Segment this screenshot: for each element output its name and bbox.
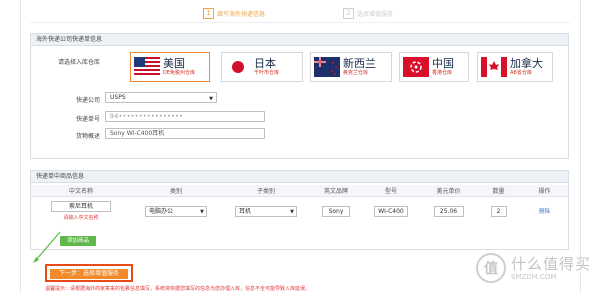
- step-2-number: 2: [343, 7, 354, 19]
- table-row: 索尼耳机 请输入中文名称 电脑办公 ▼ 耳机 ▼ Sony WI-C400 25…: [31, 196, 568, 226]
- watermark-logo-icon: 值: [476, 253, 506, 283]
- model-input[interactable]: WI-C400: [374, 205, 408, 217]
- warehouse-hk-sub: 香港仓库: [432, 69, 453, 76]
- watermark: 值 什么值得买 SMZDM.COM: [476, 246, 598, 290]
- cn-name-error: 请输入中文名称: [63, 215, 99, 222]
- chevron-down-icon: ▼: [200, 208, 204, 215]
- warehouse-nz[interactable]: 新西兰 奥克兰仓库: [310, 52, 392, 82]
- cargo-value: Sony WI-C400耳机: [110, 130, 165, 137]
- goods-panel-title: 快递单中商品信息: [31, 171, 568, 183]
- step-2: 2 选择增值服务: [343, 6, 393, 20]
- chevron-down-icon: ▼: [290, 208, 294, 215]
- page: 1 填写海外快递信息 2 选择增值服务 海外快递公司快递单信息 请选择入库仓库: [0, 0, 600, 293]
- hk-flag-icon: [403, 57, 429, 77]
- next-button-highlight: 下一步：选择增值服务: [45, 264, 133, 282]
- col-action: 操作: [521, 185, 568, 197]
- carrier-label: 快递公司: [75, 97, 100, 104]
- carrier-select-value: USPS: [110, 94, 126, 101]
- warehouse-hk[interactable]: 中国 香港仓库: [399, 52, 469, 82]
- subcategory-select[interactable]: 耳机 ▼: [235, 205, 297, 217]
- col-brand: 英文品牌: [311, 185, 361, 197]
- col-qty: 数量: [476, 185, 521, 197]
- warehouse-us-name: 美国: [163, 56, 185, 70]
- goods-table: 中文名称 类别 子类别 英文品牌 型号 美元单价 数量 操作 索尼耳机 请输入中…: [31, 185, 568, 226]
- notice-text: 温馨提示：请根据海外商家寄来的包裹信息填写，系统将依据您填写的信息为您办理入库，…: [45, 286, 311, 292]
- watermark-sub: SMZDM.COM: [511, 272, 557, 281]
- warehouse-nz-sub: 奥克兰仓库: [343, 69, 369, 76]
- step-indicator: 1 填写海外快递信息 2 选择增值服务: [0, 6, 600, 22]
- subcategory-value: 耳机: [239, 207, 252, 215]
- step-1-label: 填写海外快递信息: [217, 10, 266, 18]
- step-1: 1 填写海外快递信息: [203, 6, 265, 20]
- step-2-label: 选择增值服务: [357, 10, 394, 18]
- category-value: 电脑办公: [149, 207, 174, 215]
- warehouse-japan-name: 日本: [254, 56, 276, 70]
- warehouse-cards: 美国 DE免税州仓库 日本 千叶市仓库 新西兰 奥克兰仓库 中国 香港仓库 加拿…: [130, 52, 558, 82]
- carrier-select[interactable]: USPS ▼: [105, 92, 217, 103]
- us-flag-icon: [134, 57, 160, 77]
- delete-link[interactable]: 删除: [539, 209, 550, 215]
- step-divider: [30, 22, 570, 23]
- col-category: 类别: [131, 185, 221, 197]
- canada-flag-icon: [481, 57, 507, 77]
- shipment-panel-title: 海外快递公司快递单信息: [31, 34, 568, 46]
- warehouse-canada-name: 加拿大: [510, 56, 543, 70]
- japan-flag-icon: [225, 57, 251, 77]
- next-step-button[interactable]: 下一步：选择增值服务: [50, 269, 128, 279]
- warehouse-japan-sub: 千叶市仓库: [254, 69, 280, 76]
- col-subcategory: 子类别: [221, 185, 311, 197]
- step-1-number: 1: [203, 7, 214, 19]
- chevron-down-icon: ▼: [209, 96, 213, 102]
- cargo-label: 货物概述: [75, 133, 100, 140]
- add-goods-button[interactable]: 添加商品: [60, 236, 96, 246]
- tracking-label: 快递单号: [75, 116, 100, 123]
- category-select[interactable]: 电脑办公 ▼: [145, 205, 207, 217]
- col-cn-name: 中文名称: [31, 185, 131, 197]
- cargo-input[interactable]: Sony WI-C400耳机: [105, 128, 265, 139]
- brand-input[interactable]: Sony: [322, 205, 350, 217]
- warehouse-canada-sub: AB省仓库: [510, 69, 532, 76]
- cn-name-input[interactable]: 索尼耳机: [51, 201, 111, 213]
- col-price: 美元单价: [421, 185, 476, 197]
- price-input[interactable]: 25.06: [433, 205, 464, 217]
- warehouse-hk-name: 中国: [432, 56, 454, 70]
- tracking-input[interactable]: 94••••••••••••••••: [105, 111, 265, 122]
- warehouse-label: 请选择入库仓库: [57, 59, 100, 66]
- warehouse-us-sub: DE免税州仓库: [163, 69, 196, 76]
- warehouse-japan[interactable]: 日本 千叶市仓库: [221, 52, 303, 82]
- nz-flag-icon: [314, 57, 340, 77]
- col-model: 型号: [361, 185, 421, 197]
- left-rule: [20, 0, 21, 293]
- goods-table-header: 中文名称 类别 子类别 英文品牌 型号 美元单价 数量 操作: [31, 185, 568, 197]
- warehouse-us[interactable]: 美国 DE免税州仓库: [130, 52, 210, 82]
- warehouse-nz-name: 新西兰: [343, 56, 376, 70]
- warehouse-canada[interactable]: 加拿大 AB省仓库: [477, 52, 553, 82]
- watermark-title: 什么值得买: [511, 254, 592, 273]
- tracking-value: 94••••••••••••••••: [110, 113, 184, 120]
- arrow-head-icon: [33, 257, 39, 263]
- qty-input[interactable]: 2: [490, 205, 507, 217]
